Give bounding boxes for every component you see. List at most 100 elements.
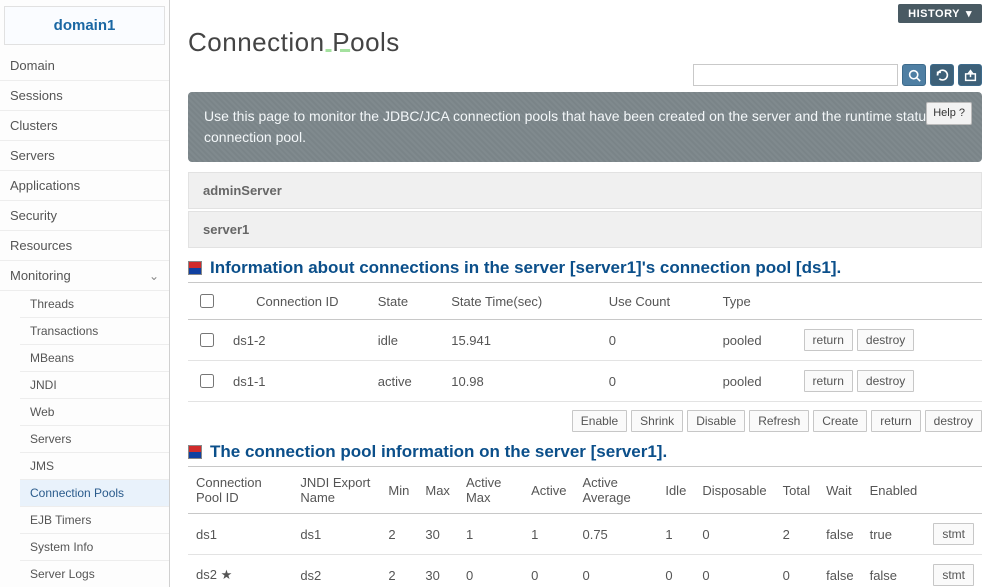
flag-icon (188, 445, 202, 459)
flag-icon (188, 261, 202, 275)
cell: ds2 ★ (188, 555, 292, 587)
cell: false (862, 555, 926, 587)
sidebar-sub-threads[interactable]: Threads (20, 291, 169, 318)
cell: ds2 (292, 555, 380, 587)
chevron-down-icon: ⌄ (149, 269, 159, 283)
row-checkbox[interactable] (200, 333, 214, 347)
action-row: EnableShrinkDisableRefreshCreatereturnde… (188, 410, 982, 432)
create-button[interactable]: Create (813, 410, 867, 432)
chevron-down-icon: ▾ (966, 7, 972, 20)
col-header: Type (715, 283, 796, 320)
cell: 1 (458, 514, 523, 555)
destroy-button[interactable]: destroy (925, 410, 982, 432)
shrink-button[interactable]: Shrink (631, 410, 683, 432)
domain-header[interactable]: domain1 (4, 6, 165, 45)
sidebar-sub-servers[interactable]: Servers (20, 426, 169, 453)
help-button[interactable]: Help ? (926, 102, 972, 125)
cell: 0 (657, 555, 694, 587)
sidebar-sub-jndi[interactable]: JNDI (20, 372, 169, 399)
cell: 2 (380, 555, 417, 587)
search-input[interactable] (693, 64, 898, 86)
sidebar-sub-system-info[interactable]: System Info (20, 534, 169, 561)
col-header: Active Max (458, 467, 523, 514)
cell: true (862, 514, 926, 555)
disable-button[interactable]: Disable (687, 410, 745, 432)
cell: 0.75 (574, 514, 657, 555)
cell: false (818, 514, 861, 555)
section-title-poolinfo: The connection pool information on the s… (188, 442, 982, 462)
cell-type: pooled (715, 320, 796, 361)
col-header: Idle (657, 467, 694, 514)
cell-conn-id: ds1-2 (225, 320, 370, 361)
col-header: Connection ID (225, 283, 370, 320)
sidebar-item-label: Monitoring (10, 268, 71, 283)
cell: ds1 (292, 514, 380, 555)
cell: 30 (417, 555, 458, 587)
stmt-button[interactable]: stmt (933, 523, 974, 545)
sidebar-sub-mbeans[interactable]: MBeans (20, 345, 169, 372)
cell-state: idle (370, 320, 444, 361)
table-row: ds1-1active10.980pooledreturndestroy (188, 361, 982, 402)
row-checkbox[interactable] (200, 374, 214, 388)
sidebar-item-clusters[interactable]: Clusters (0, 111, 169, 141)
destroy-button[interactable]: destroy (857, 370, 914, 392)
main-content: HISTORY ▾ Connection Pools Use this page… (170, 0, 992, 587)
sidebar-sub-server-logs[interactable]: Server Logs (20, 561, 169, 587)
sidebar-item-servers[interactable]: Servers (0, 141, 169, 171)
return-button[interactable]: return (804, 329, 853, 351)
sidebar-item-security[interactable]: Security (0, 201, 169, 231)
destroy-button[interactable]: destroy (857, 329, 914, 351)
enable-button[interactable]: Enable (572, 410, 627, 432)
col-header: State Time(sec) (443, 283, 600, 320)
cell: 0 (694, 514, 774, 555)
select-all-checkbox[interactable] (200, 294, 214, 308)
col-header: JNDI Export Name (292, 467, 380, 514)
return-button[interactable]: return (871, 410, 920, 432)
sidebar-sub-transactions[interactable]: Transactions (20, 318, 169, 345)
cell: 30 (417, 514, 458, 555)
server-block-admin[interactable]: adminServer (188, 172, 982, 209)
server-block-1[interactable]: server1 (188, 211, 982, 248)
return-button[interactable]: return (804, 370, 853, 392)
table-row: ds2 ★ds2230000000falsefalsestmt (188, 555, 982, 587)
cell: 0 (775, 555, 818, 587)
page-title: Connection Pools (188, 27, 982, 58)
help-icon: ? (959, 107, 965, 119)
col-header: Wait (818, 467, 861, 514)
connections-table: Connection IDStateState Time(sec)Use Cou… (188, 282, 982, 402)
sidebar-item-applications[interactable]: Applications (0, 171, 169, 201)
sidebar-sub-ejb-timers[interactable]: EJB Timers (20, 507, 169, 534)
cell-state-time: 15.941 (443, 320, 600, 361)
cell-conn-id: ds1-1 (225, 361, 370, 402)
sidebar-item-resources[interactable]: Resources (0, 231, 169, 261)
sidebar-item-domain[interactable]: Domain (0, 51, 169, 81)
sidebar-sub-connection-pools[interactable]: Connection Pools (20, 480, 169, 507)
sidebar-sub-jms[interactable]: JMS (20, 453, 169, 480)
refresh-button[interactable]: Refresh (749, 410, 809, 432)
pool-info-table: Connection Pool IDJNDI Export NameMinMax… (188, 466, 982, 587)
history-button[interactable]: HISTORY ▾ (898, 4, 982, 23)
cell: 2 (775, 514, 818, 555)
cell: 1 (657, 514, 694, 555)
sidebar-item-sessions[interactable]: Sessions (0, 81, 169, 111)
cell-use-count: 0 (601, 320, 715, 361)
sidebar-sub-web[interactable]: Web (20, 399, 169, 426)
cell: false (818, 555, 861, 587)
cell-state: active (370, 361, 444, 402)
export-icon[interactable] (958, 64, 982, 86)
cell: 0 (574, 555, 657, 587)
history-label: HISTORY (908, 8, 960, 20)
info-banner: Use this page to monitor the JDBC/JCA co… (188, 92, 982, 162)
col-header: Active (523, 467, 574, 514)
sidebar-item-monitoring[interactable]: Monitoring ⌄ (0, 261, 169, 291)
col-header: Max (417, 467, 458, 514)
search-icon[interactable] (902, 64, 926, 86)
col-header: Connection Pool ID (188, 467, 292, 514)
section-title-connections: Information about connections in the ser… (188, 258, 982, 278)
cell: 0 (523, 555, 574, 587)
cell: 0 (694, 555, 774, 587)
col-header (188, 283, 225, 320)
col-header (796, 283, 982, 320)
stmt-button[interactable]: stmt (933, 564, 974, 586)
refresh-icon[interactable] (930, 64, 954, 86)
